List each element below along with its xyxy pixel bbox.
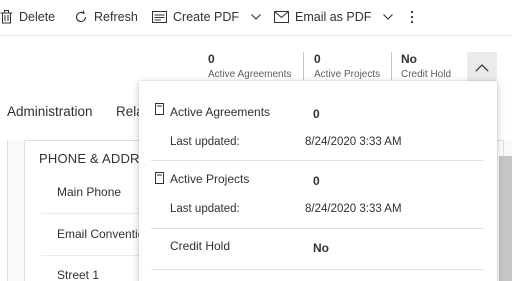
last-updated-value: 8/24/2020 3:33 AM <box>305 136 402 148</box>
active-agreements-label: Active Agreements <box>170 105 271 119</box>
flyout-divider <box>151 269 483 270</box>
more-vertical-icon <box>410 10 414 24</box>
header-divider <box>303 52 304 80</box>
credit-hold-label: Credit Hold <box>170 239 231 253</box>
more-commands-button[interactable] <box>410 0 414 34</box>
refresh-label: Refresh <box>94 10 138 24</box>
header-field-active-projects[interactable]: 0 Active Projects <box>314 52 380 81</box>
chevron-up-icon <box>475 64 489 72</box>
trash-icon <box>0 10 13 24</box>
active-agreements-value[interactable]: 0 <box>313 107 320 121</box>
command-bar: Delete Refresh Create PDF Email as PDF <box>0 0 512 34</box>
email-convention-label: Email Conventio <box>57 227 145 241</box>
email-as-pdf-button[interactable]: Email as PDF <box>274 0 394 34</box>
flyout-divider <box>151 228 483 229</box>
header-flyout: Active Agreements 0 Last updated: 8/24/2… <box>139 81 497 281</box>
calculator-icon <box>155 172 164 184</box>
header-field-credit-hold[interactable]: No Credit Hold <box>401 52 451 81</box>
header-divider <box>391 52 392 80</box>
main-phone-label: Main Phone <box>57 185 122 199</box>
header-field-active-agreements[interactable]: 0 Active Agreements <box>208 52 291 81</box>
chevron-down-icon[interactable] <box>383 14 394 20</box>
last-updated-value: 8/24/2020 3:33 AM <box>305 203 402 215</box>
mail-icon <box>274 11 289 23</box>
header-field-value: 0 <box>314 52 321 66</box>
street-1-label: Street 1 <box>57 268 100 281</box>
header-field-value: 0 <box>208 52 215 66</box>
tab-administration[interactable]: Administration <box>7 104 93 119</box>
header-field-label: Active Agreements <box>208 69 292 80</box>
email-as-pdf-label: Email as PDF <box>295 10 372 24</box>
chevron-down-icon[interactable] <box>251 14 261 20</box>
header-collapse-button[interactable] <box>467 52 497 84</box>
credit-hold-value[interactable]: No <box>313 241 329 255</box>
refresh-icon <box>75 10 87 23</box>
delete-label: Delete <box>19 10 56 24</box>
last-updated-label: Last updated: <box>170 203 240 215</box>
left-section-card <box>0 140 8 281</box>
pdf-document-icon <box>152 11 167 23</box>
scrollbar[interactable] <box>499 156 512 281</box>
header-field-label: Active Projects <box>314 69 381 80</box>
section-title: PHONE & ADDR <box>39 151 140 166</box>
header-field-label: Credit Hold <box>401 69 452 80</box>
active-projects-label: Active Projects <box>170 172 250 186</box>
delete-button[interactable]: Delete <box>0 0 55 34</box>
create-pdf-button[interactable]: Create PDF <box>152 0 261 34</box>
last-updated-label: Last updated: <box>170 136 240 148</box>
calculator-icon <box>155 103 164 115</box>
create-pdf-label: Create PDF <box>173 10 239 24</box>
header-field-value: No <box>401 52 417 66</box>
flyout-divider <box>151 160 483 161</box>
refresh-button[interactable]: Refresh <box>74 0 138 34</box>
active-projects-value[interactable]: 0 <box>313 174 320 188</box>
command-bar-divider <box>0 35 512 36</box>
